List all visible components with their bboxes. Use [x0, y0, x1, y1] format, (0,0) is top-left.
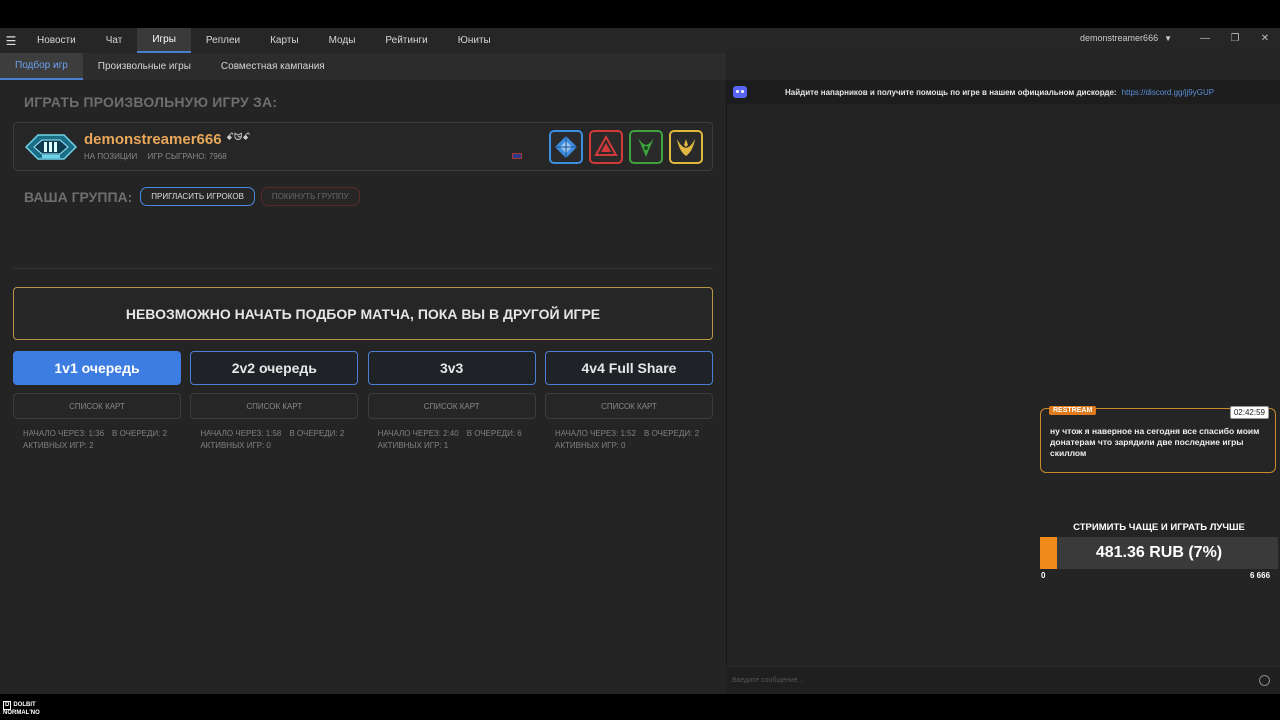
- queue-4v4: 4v4 Full Share СПИСОК КАРТ НАЧАЛО ЧЕРЕЗ:…: [544, 351, 713, 452]
- matchmaking-panel: ИГРАТЬ ПРОИЗВОЛЬНУЮ ИГРУ ЗА: demonstream…: [0, 80, 726, 694]
- group-row: ВАША ГРУППА: ПРИГЛАСИТЬ ИГРОКОВ ПОКИНУТЬ…: [24, 187, 360, 206]
- queue-count: В ОЧЕРЕДИ: 2: [112, 429, 168, 438]
- user-name: demonstreamer666: [1080, 33, 1159, 43]
- queue-start-time: НАЧАЛО ЧЕРЕЗ: 1:58: [200, 429, 282, 438]
- active-games: АКТИВНЫХ ИГР: 0: [200, 441, 271, 450]
- emoji-icon[interactable]: [1259, 675, 1270, 686]
- race-protoss-button[interactable]: [669, 130, 703, 164]
- goal-title: СТРИМИТЬ ЧАЩЕ И ИГРАТЬ ЛУЧШЕ: [1073, 522, 1245, 533]
- leave-group-button[interactable]: ПОКИНУТЬ ГРУППУ: [260, 187, 360, 206]
- watermark-icon: D: [3, 701, 12, 710]
- queue-count: В ОЧЕРЕДИ: 2: [644, 429, 700, 438]
- queue-info: НАЧАЛО ЧЕРЕЗ: 2:40 В ОЧЕРЕДИ: 6 АКТИВНЫХ …: [368, 428, 536, 452]
- queue-info: НАЧАЛО ЧЕРЕЗ: 1:36 В ОЧЕРЕДИ: 2 АКТИВНЫХ …: [13, 428, 181, 452]
- queue-button-3v3[interactable]: 3v3: [367, 351, 536, 385]
- protoss-race-icon: [677, 139, 695, 156]
- queue-count: В ОЧЕРЕДИ: 6: [466, 429, 522, 438]
- app-window: ☰ Новости Чат Игры Реплеи Карты Моды Рей…: [0, 28, 1280, 694]
- games-played: ИГР СЫГРАНО: 7968: [147, 152, 227, 161]
- queue-start-time: НАЧАЛО ЧЕРЕЗ: 1:36: [23, 429, 105, 438]
- restream-badge: RESTREAM: [1049, 406, 1097, 415]
- player-clan-tag: ꗃᗢ̴ꗃ: [226, 132, 251, 143]
- queue-count: В ОЧЕРЕДИ: 2: [289, 429, 345, 438]
- tab-coop-campaign[interactable]: Совместная кампания: [206, 53, 340, 80]
- queue-2v2: 2v2 очередь СПИСОК КАРТ НАЧАЛО ЧЕРЕЗ: 1:…: [190, 351, 359, 452]
- sub-nav: Подбор игр Произвольные игры Совместная …: [0, 53, 726, 80]
- nav-chat[interactable]: Чат: [91, 28, 138, 53]
- nav-maps[interactable]: Карты: [255, 28, 314, 53]
- active-games: АКТИВНЫХ ИГР: 0: [554, 441, 626, 450]
- map-list-button[interactable]: СПИСОК КАРТ: [367, 393, 536, 419]
- top-nav: ☰ Новости Чат Игры Реплеи Карты Моды Рей…: [0, 28, 1280, 53]
- nav-news[interactable]: Новости: [22, 28, 91, 53]
- queue-button-4v4[interactable]: 4v4 Full Share: [544, 351, 713, 385]
- discord-link[interactable]: https://discord.gg/jj9yGUP: [1122, 88, 1214, 97]
- chevron-down-icon: ▼: [1164, 33, 1172, 43]
- random-race-icon: [555, 136, 577, 158]
- user-menu[interactable]: demonstreamer666 ▼ — ❐ ✕: [1080, 28, 1280, 48]
- race-random-button[interactable]: [549, 130, 583, 164]
- race-zerg-button[interactable]: [629, 130, 663, 164]
- minimize-icon[interactable]: —: [1190, 33, 1220, 44]
- queue-1v1: 1v1 очередь СПИСОК КАРТ НАЧАЛО ЧЕРЕЗ: 1:…: [13, 351, 181, 452]
- tab-matchmaking[interactable]: Подбор игр: [0, 53, 83, 80]
- goal-progress-bar: 481.36 RUB (7%): [1040, 537, 1278, 569]
- chat-input-bar[interactable]: Введите сообщение...: [726, 666, 1280, 694]
- queue-start-time: НАЧАЛО ЧЕРЕЗ: 2:40: [377, 429, 459, 438]
- queue-start-time: НАЧАЛО ЧЕРЕЗ: 1:52: [554, 429, 637, 438]
- map-list-button[interactable]: СПИСОК КАРТ: [544, 393, 713, 419]
- restream-chat-message: RESTREAM 02:42:59 ну чтож я наверное на …: [1040, 406, 1276, 473]
- map-list-button[interactable]: СПИСОК КАРТ: [190, 393, 359, 419]
- message-text: ну чтож я наверное на сегодня все спасиб…: [1050, 426, 1260, 458]
- discord-text: Найдите напарников и получите помощь по …: [785, 87, 1117, 97]
- nav-units[interactable]: Юниты: [443, 28, 506, 53]
- discord-banner: Найдите напарников и получите помощь по …: [727, 80, 1280, 104]
- goal-value: 481.36 RUB (7%): [1095, 544, 1223, 561]
- player-meta: НА ПОЗИЦИИ ИГР СЫГРАНО: 7968: [84, 152, 235, 161]
- queue-list: 1v1 очередь СПИСОК КАРТ НАЧАЛО ЧЕРЕЗ: 1:…: [13, 351, 713, 452]
- divider: [13, 268, 713, 269]
- map-list-button[interactable]: СПИСОК КАРТ: [13, 393, 181, 419]
- subnav-filler: [726, 53, 1280, 80]
- uk-flag-icon: [512, 153, 522, 159]
- menu-icon[interactable]: ☰: [0, 28, 22, 53]
- matchmaking-warning: НЕВОЗМОЖНО НАЧАТЬ ПОДБОР МАТЧА, ПОКА ВЫ …: [13, 287, 713, 340]
- queue-info: НАЧАЛО ЧЕРЕЗ: 1:58 В ОЧЕРЕДИ: 2 АКТИВНЫХ …: [190, 428, 358, 452]
- chat-panel: Найдите напарников и получите помощь по …: [726, 80, 1280, 694]
- player-card: demonstreamer666 ꗃᗢ̴ꗃ НА ПОЗИЦИИ ИГР СЫГ…: [13, 122, 713, 171]
- position-label: НА ПОЗИЦИИ: [84, 152, 138, 161]
- goal-max: 6 666: [1250, 571, 1271, 580]
- queue-button-1v1[interactable]: 1v1 очередь: [13, 351, 181, 385]
- chat-input[interactable]: Введите сообщение...: [732, 677, 803, 684]
- active-games: АКТИВНЫХ ИГР: 2: [23, 441, 94, 450]
- player-name[interactable]: demonstreamer666: [84, 131, 222, 148]
- discord-icon: [733, 86, 747, 98]
- watermark-line1: DOLBIT: [13, 702, 36, 708]
- queue-info: НАЧАЛО ЧЕРЕЗ: 1:52 В ОЧЕРЕДИ: 2 АКТИВНЫХ …: [545, 428, 713, 452]
- watermark-logo: D DOLBIT NORMAL'NO: [3, 701, 40, 717]
- nav-games[interactable]: Игры: [137, 28, 191, 53]
- active-games: АКТИВНЫХ ИГР: 1: [377, 441, 449, 450]
- invite-players-button[interactable]: ПРИГЛАСИТЬ ИГРОКОВ: [140, 187, 255, 206]
- group-label: ВАША ГРУППА:: [24, 188, 133, 205]
- queue-3v3: 3v3 СПИСОК КАРТ НАЧАЛО ЧЕРЕЗ: 2:40 В ОЧЕР…: [367, 351, 536, 452]
- terran-race-icon: [594, 135, 618, 156]
- message-time: 02:42:59: [1229, 406, 1269, 419]
- restore-icon[interactable]: ❐: [1220, 33, 1250, 44]
- tab-custom-games[interactable]: Произвольные игры: [83, 53, 206, 80]
- watermark-line2: NORMAL'NO: [3, 710, 40, 716]
- queue-button-2v2[interactable]: 2v2 очередь: [190, 351, 359, 385]
- rank-emblem-icon: [24, 134, 78, 160]
- race-terran-button[interactable]: [589, 130, 623, 164]
- nav-mods[interactable]: Моды: [314, 28, 371, 53]
- close-icon[interactable]: ✕: [1250, 33, 1280, 44]
- play-custom-title: ИГРАТЬ ПРОИЗВОЛЬНУЮ ИГРУ ЗА:: [24, 94, 278, 110]
- nav-ratings[interactable]: Рейтинги: [370, 28, 442, 53]
- goal-min: 0: [1041, 571, 1046, 580]
- zerg-race-icon: [638, 138, 654, 157]
- nav-replays[interactable]: Реплеи: [191, 28, 255, 53]
